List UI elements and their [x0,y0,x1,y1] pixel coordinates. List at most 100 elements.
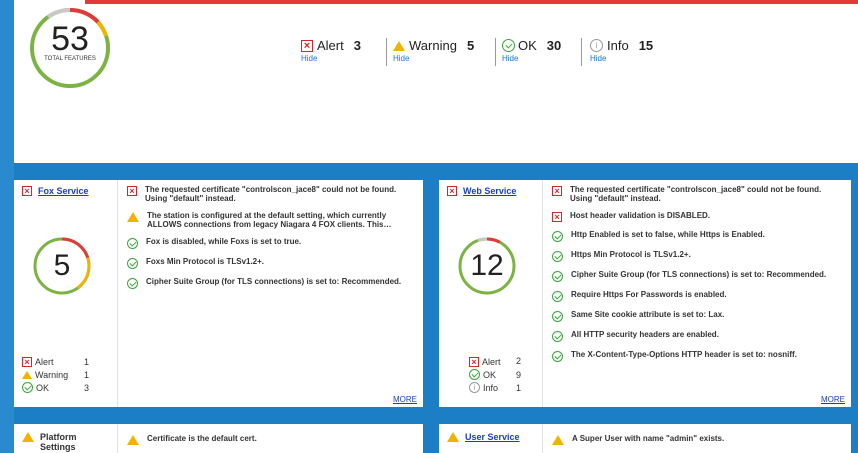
total-features-label: TOTAL FEATURES [44,56,96,62]
list-item: Fox is disabled, while Foxs is set to tr… [127,237,415,249]
stat-info-label: Info [607,38,629,53]
web-more-link[interactable]: MORE [821,395,845,404]
item-text: The requested certificate "controlscon_j… [145,185,397,203]
alert-icon: × [301,39,313,52]
list-item: The X-Content-Type-Options HTTP header i… [552,350,843,362]
list-item: Require Https For Passwords is enabled. [552,290,843,302]
divider [117,180,118,407]
web-service-items: × The requested certificate "controlscon_… [552,185,843,370]
item-text: A Super User with name "admin" exists. [572,434,725,443]
summary-card: 53 TOTAL FEATURES × Alert 3 Hide Warning 5 … [14,0,858,163]
ok-icon [552,271,563,282]
alert-icon: × [552,212,562,222]
list-item: Certificate is the default cert. [127,434,415,445]
list-item: Foxs Min Protocol is TLSv1.2+. [127,257,415,269]
fox-service-summary: × Fox Service 5 × Alert 1 Warning 1 OK 3 [14,180,117,407]
fox-service-link[interactable]: Fox Service [38,186,89,197]
platform-settings-title: Platform Settings [40,432,77,452]
info-icon: i [469,382,480,393]
item-text: The X-Content-Type-Options HTTP header i… [571,350,797,359]
stat-ok: OK 30 Hide [502,38,561,66]
alert-icon: × [22,356,32,367]
fox-service-card: × Fox Service 5 × Alert 1 Warning 1 OK 3 × The… [14,180,423,407]
ok-icon [552,231,563,242]
item-text: The requested certificate "controlscon_j… [570,185,822,203]
list-item: Cipher Suite Group (for TLS connections)… [127,277,415,289]
total-features-count: 53 [51,20,89,58]
divider [542,180,543,407]
divider [495,38,496,66]
ok-icon [22,382,33,393]
warning-icon [552,435,564,445]
alert-label: Alert [35,356,54,367]
warning-icon [393,40,405,51]
item-text: Cipher Suite Group (for TLS connections)… [146,277,402,286]
item-text: Cipher Suite Group (for TLS connections)… [571,270,827,279]
stat-alert: × Alert 3 Hide [301,38,361,66]
alert-label: Alert [482,356,501,367]
ok-icon [127,258,138,269]
ok-icon [552,251,563,262]
item-text: Foxs Min Protocol is TLSv1.2+. [146,257,265,266]
ok-count: 3 [84,383,90,393]
ok-icon [469,369,480,380]
ok-label: OK [36,382,50,393]
list-item: Https Min Protocol is TLSv1.2+. [552,250,843,262]
fox-service-count: 5 [53,249,71,282]
warning-icon [127,435,139,445]
web-service-count: 12 [470,249,504,282]
user-service-items: A Super User with name "admin" exists. [552,434,843,453]
ok-icon [127,238,138,249]
hide-ok-link[interactable]: Hide [502,54,561,63]
list-item: A Super User with name "admin" exists. [552,434,843,445]
warning-icon [22,370,32,379]
web-service-summary: × Web Service 12 × Alert 2 OK 9 i Info 1 [439,180,542,407]
stat-info: i Info 15 Hide [590,38,653,66]
stat-alert-label: Alert [317,38,344,53]
info-count: 1 [516,383,522,393]
fox-more-link[interactable]: MORE [393,395,417,404]
alert-count: 2 [516,356,522,366]
info-label: Info [483,382,499,393]
web-service-card: × Web Service 12 × Alert 2 OK 9 i Info 1 × The … [439,180,851,407]
item-text: All HTTP security headers are enabled. [571,330,719,339]
list-item: Same Site cookie attribute is set to: La… [552,310,843,322]
ok-icon [502,39,515,52]
alert-count: 1 [84,356,90,367]
platform-settings-card: Platform Settings Certificate is the def… [14,424,423,453]
web-service-link[interactable]: Web Service [463,186,516,197]
divider [581,38,582,66]
hide-warning-link[interactable]: Hide [393,54,474,63]
list-item: × The requested certificate "controlscon_… [127,185,415,203]
stat-ok-label: OK [518,38,537,53]
fox-service-counts: × Alert 1 Warning 1 OK 3 [22,355,89,394]
ok-icon [552,311,563,322]
divider [542,424,543,453]
ok-label: OK [483,369,497,380]
stat-warning-count: 5 [466,38,475,53]
item-text: Certificate is the default cert. [147,434,257,443]
stat-ok-count: 30 [546,38,562,53]
item-text: Host header validation is DISABLED. [570,211,711,220]
hide-info-link[interactable]: Hide [590,54,653,63]
stat-warning-label: Warning [409,38,457,53]
list-item: Cipher Suite Group (for TLS connections)… [552,270,843,282]
ok-icon [552,351,563,362]
list-item: Http Enabled is set to false, while Http… [552,230,843,242]
user-service-link[interactable]: User Service [465,432,520,443]
item-text: Https Min Protocol is TLSv1.2+. [571,250,691,259]
item-text: Require Https For Passwords is enabled. [571,290,727,299]
list-item: The station is configured at the default… [127,211,415,229]
warning-icon [22,432,34,442]
list-item: × Host header validation is DISABLED. [552,211,843,222]
item-text: The station is configured at the default… [147,211,392,229]
warning-icon [447,432,459,442]
stat-warning: Warning 5 Hide [393,38,474,66]
item-text: Same Site cookie attribute is set to: La… [571,310,725,319]
warning-count: 1 [84,370,90,380]
alert-icon: × [447,186,457,196]
ok-icon [127,278,138,289]
divider [117,424,118,453]
hide-alert-link[interactable]: Hide [301,54,361,63]
alert-icon: × [22,186,32,196]
